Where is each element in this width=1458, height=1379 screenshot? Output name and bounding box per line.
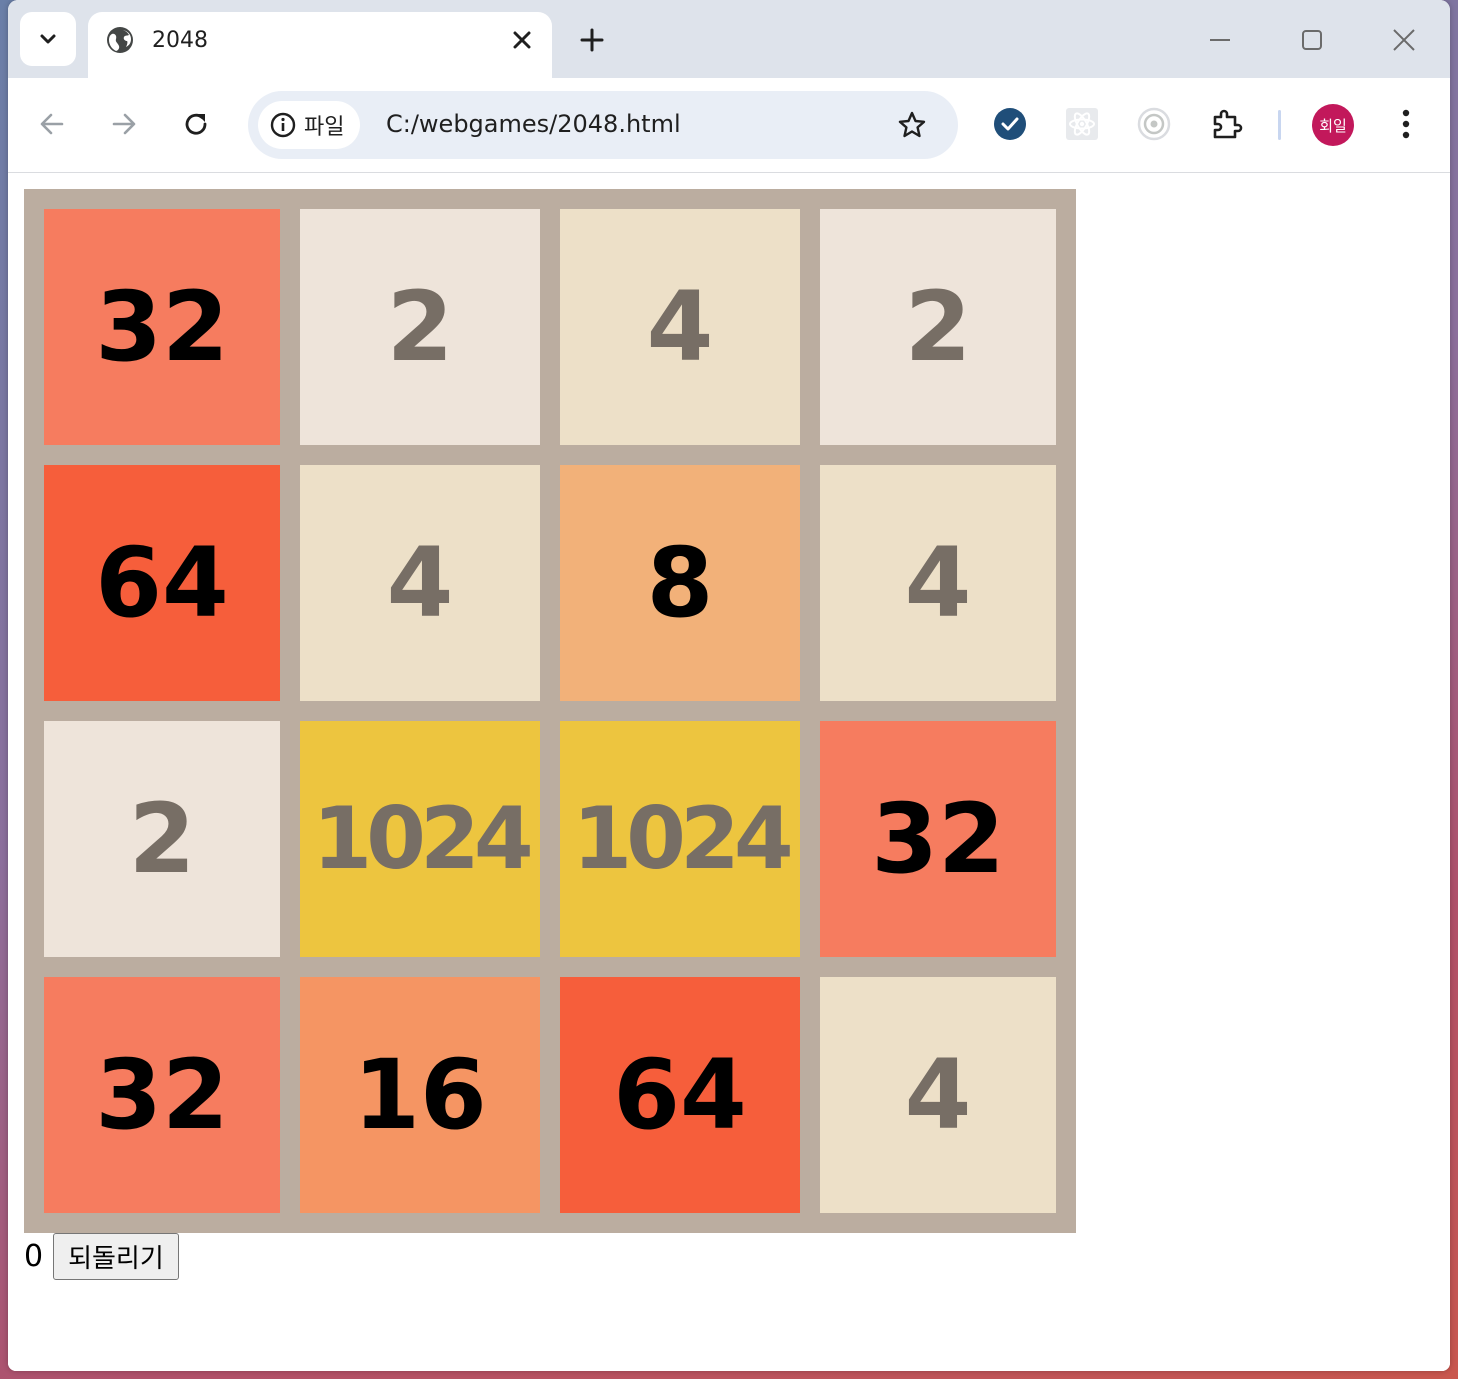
react-atom-icon (1066, 108, 1098, 140)
tile: 16 (300, 977, 540, 1213)
tile: 32 (44, 209, 280, 445)
tab-active[interactable]: 2048 (88, 12, 552, 78)
tile: 4 (820, 465, 1056, 701)
tile: 4 (300, 465, 540, 701)
tab-strip: 2048 (8, 0, 1450, 78)
plus-icon (580, 28, 604, 52)
target-icon (1137, 107, 1171, 141)
checkmark-badge-icon (994, 108, 1026, 140)
tile: 32 (820, 721, 1056, 957)
tile: 32 (44, 977, 280, 1213)
info-icon (270, 112, 296, 138)
tile: 1024 (560, 721, 800, 957)
tile: 4 (820, 977, 1056, 1213)
tile: 64 (560, 977, 800, 1213)
profile-avatar-button[interactable]: 회일 (1312, 104, 1354, 146)
score-value: 0 (24, 1239, 44, 1274)
arrow-right-icon (112, 113, 136, 135)
close-icon (1393, 29, 1415, 51)
minimize-icon (1210, 39, 1230, 41)
reload-icon (185, 113, 207, 135)
toolbar-divider (1278, 110, 1281, 140)
browser-menu-button[interactable] (1386, 104, 1426, 144)
url-text[interactable]: C:/webgames/2048.html (386, 110, 681, 138)
tile: 2 (44, 721, 280, 957)
puzzle-icon (1213, 109, 1243, 139)
more-vertical-icon (1402, 109, 1410, 139)
page-content: 32 2 4 2 64 4 8 4 2 1024 1024 32 32 16 64 4 0 되돌리기 (8, 173, 1450, 1371)
tile: 2 (820, 209, 1056, 445)
chevron-down-icon (40, 34, 56, 44)
close-window-button[interactable] (1384, 20, 1424, 60)
site-info-label: 파일 (304, 115, 345, 140)
tile: 1024 (300, 721, 540, 957)
address-bar[interactable]: 파일 C:/webgames/2048.html (248, 91, 958, 159)
tile: 4 (560, 209, 800, 445)
undo-button[interactable]: 되돌리기 (53, 1233, 179, 1280)
tab-close-button[interactable] (508, 26, 536, 54)
site-info-chip[interactable]: 파일 (258, 101, 361, 149)
tile: 2 (300, 209, 540, 445)
close-icon (513, 31, 531, 49)
minimize-button[interactable] (1200, 20, 1240, 60)
new-tab-button[interactable] (574, 22, 610, 58)
arrow-left-icon (40, 113, 64, 135)
extension-react-devtools[interactable] (1062, 104, 1102, 144)
reload-button[interactable] (174, 102, 218, 146)
browser-toolbar: 파일 C:/webgames/2048.html 회일 (8, 78, 1450, 173)
forward-button[interactable] (102, 102, 146, 146)
score-row: 0 되돌리기 (24, 1233, 179, 1280)
game-board: 32 2 4 2 64 4 8 4 2 1024 1024 32 32 16 64 4 (24, 189, 1076, 1233)
tile: 8 (560, 465, 800, 701)
extensions-menu-button[interactable] (1206, 104, 1246, 144)
tab-title: 2048 (152, 28, 208, 53)
extension-checkmark[interactable] (990, 104, 1030, 144)
bookmark-button[interactable] (894, 107, 930, 143)
star-icon (898, 111, 926, 138)
maximize-button[interactable] (1292, 20, 1332, 60)
tab-search-button[interactable] (20, 12, 76, 66)
extension-target[interactable] (1134, 104, 1174, 144)
back-button[interactable] (30, 102, 74, 146)
globe-icon (107, 27, 133, 53)
tile: 64 (44, 465, 280, 701)
maximize-icon (1302, 30, 1322, 50)
browser-window: 2048 파일 C:/webgames/2048.html 회일 32 2 4 … (8, 0, 1450, 1371)
